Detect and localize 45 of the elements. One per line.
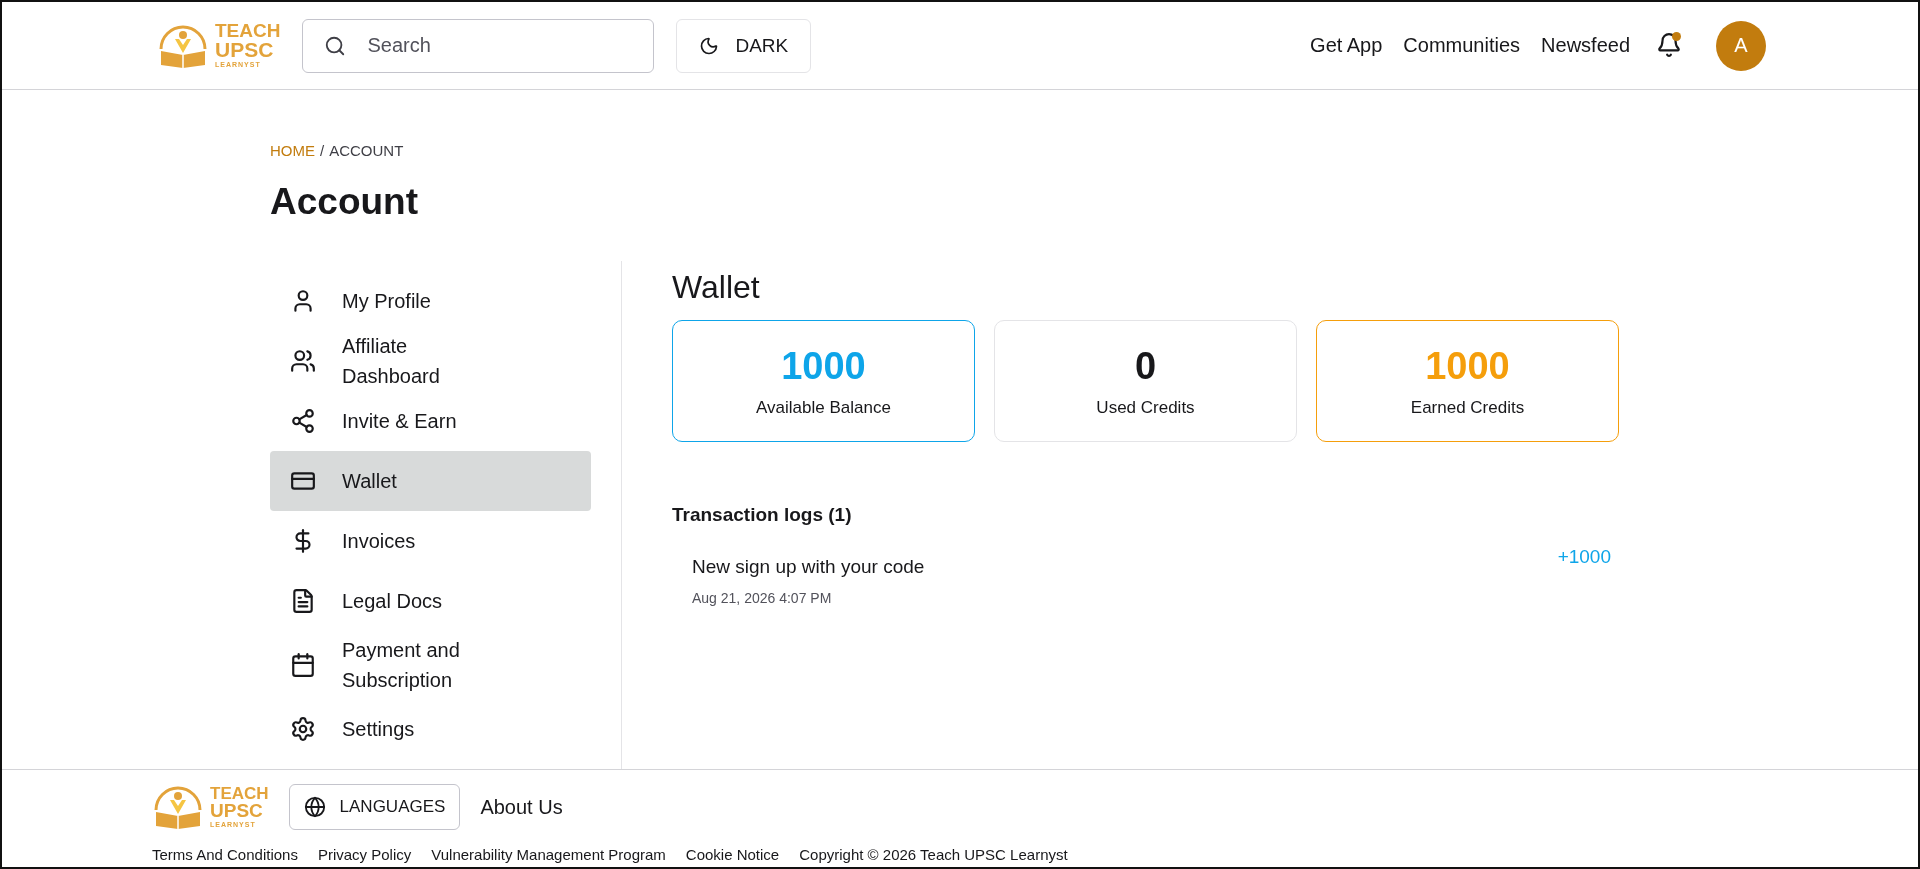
sidebar-item[interactable]: Payment and Subscription [270,631,591,699]
transaction-date: Aug 21, 2026 4:07 PM [692,590,833,606]
sidebar-item[interactable]: Affiliate Dashboard [270,331,591,391]
nav-link[interactable]: Get App [1310,34,1383,57]
settings-icon [290,716,316,742]
sidebar-item[interactable]: Invite & Earn [270,391,591,451]
stat-value: 0 [1134,344,1157,388]
docs-icon [290,588,316,614]
sidebar-item[interactable]: Legal Docs [270,571,591,631]
sidebar-item[interactable]: My Profile [270,271,591,331]
breadcrumb-current: ACCOUNT [329,142,404,159]
footer-link[interactable]: Privacy Policy [317,846,412,863]
logo-text: TEACH [215,22,281,41]
sidebar-item[interactable]: Settings [270,699,591,759]
logo-text: TEACH [210,785,269,802]
page-title: Account [270,181,419,223]
breadcrumb-separator: / [320,142,325,159]
moon-icon [699,35,720,56]
footer-link[interactable]: Terms And Conditions [152,846,298,863]
languages-button[interactable]: LANGUAGES [288,784,461,830]
transaction-amount: +1000 [1557,546,1611,569]
transactions-title: Transaction logs (1) [672,504,853,526]
stat-label: Used Credits [1096,397,1195,418]
globe-icon [303,796,326,818]
sidebar-item[interactable]: Wallet [270,451,591,511]
book-logo-icon [152,784,204,830]
nav-link[interactable]: Communities [1403,34,1521,57]
stat-value: 1000 [1425,344,1510,388]
search-icon [324,34,347,57]
search-field[interactable]: Search [302,18,655,73]
share-icon [290,408,316,434]
stat-label: Available Balance [756,397,891,418]
footer-link[interactable]: Copyright © 2026 Teach UPSC Learnyst [799,846,1068,863]
sidebar-item[interactable]: Invoices [270,511,591,571]
footer-link[interactable]: Vulnerability Management Program [431,846,666,863]
logo-text: UPSC [215,40,275,61]
transaction-description: New sign up with your code [692,556,925,578]
stat-value: 1000 [781,344,866,388]
section-title: Wallet [672,269,761,306]
footer-link[interactable]: Cookie Notice [685,846,780,863]
logo-text: UPSC [210,801,264,820]
dark-mode-button[interactable]: DARK [676,18,812,73]
footer-link[interactable]: About Us [480,795,563,819]
stat-label: Earned Credits [1410,397,1525,418]
nav-link[interactable]: Newsfeed [1541,34,1630,57]
